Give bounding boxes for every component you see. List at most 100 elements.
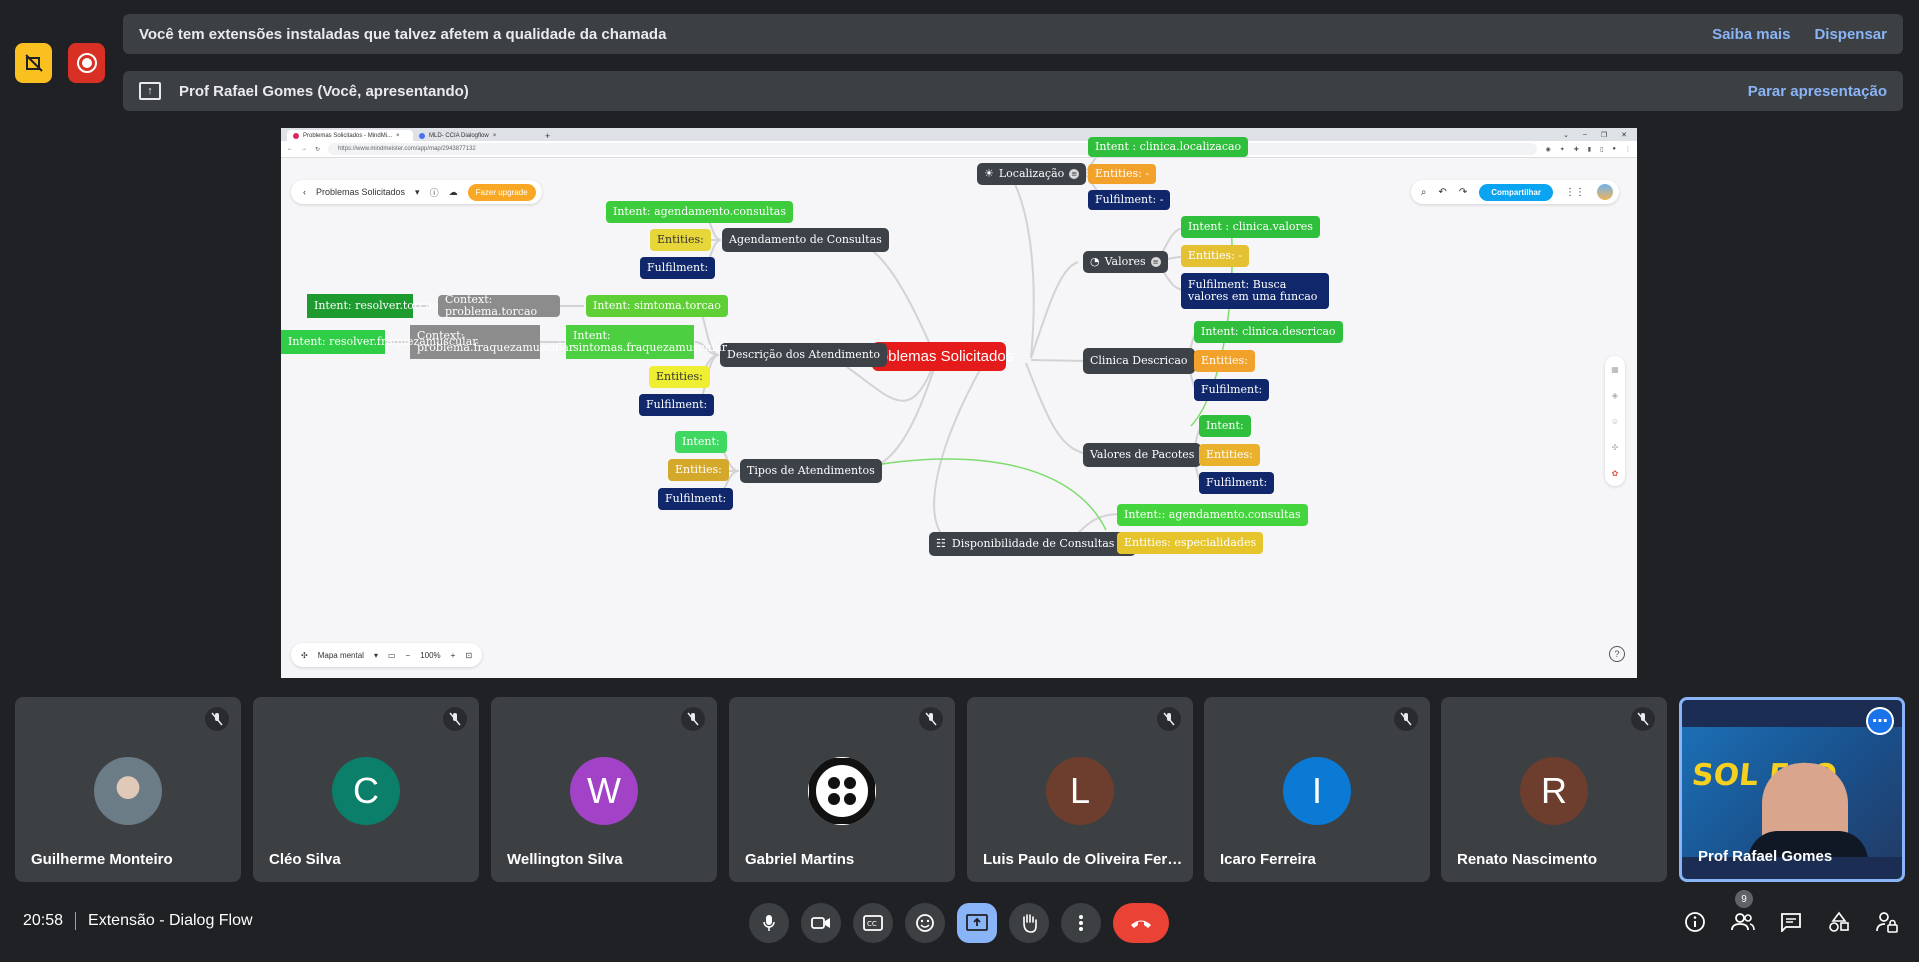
activities-button[interactable] — [1825, 905, 1853, 939]
note-icon: ≡ — [1069, 169, 1080, 179]
side-panel-controls: 9 — [1681, 890, 1901, 939]
node-intent[interactable]: Intent: — [1199, 415, 1251, 437]
node-fulfilment[interactable]: Fulfilment: — [658, 488, 734, 510]
mindmap-center-node[interactable]: Problemas Solicitados — [865, 342, 1013, 371]
node-entities[interactable]: Entities: — [649, 366, 710, 388]
zoom-level: 100% — [420, 650, 441, 660]
fit-screen-icon[interactable]: ⊡ — [465, 651, 472, 660]
info-icon[interactable]: ⓘ — [430, 186, 439, 199]
undo-icon[interactable]: ↶ — [1438, 187, 1446, 198]
presentation-icon[interactable]: ▭ — [388, 651, 396, 660]
learn-more-link[interactable]: Saiba mais — [1712, 26, 1790, 43]
people-count-badge: 9 — [1735, 890, 1753, 908]
more-options-button[interactable] — [1061, 903, 1101, 943]
extensions-warning-button[interactable] — [15, 43, 52, 83]
avatar: L — [1046, 757, 1114, 825]
zoom-out-icon[interactable]: − — [406, 651, 411, 660]
style-icon[interactable]: ◈ — [1612, 391, 1618, 400]
view-mode-select[interactable]: Mapa mental — [318, 651, 364, 660]
node-intent[interactable]: Intent: — [675, 431, 727, 453]
chevron-left-icon[interactable]: ‹ — [303, 187, 306, 197]
apps-grid-icon[interactable]: ⋮⋮ — [1565, 187, 1585, 198]
upgrade-button[interactable]: Fazer upgrade — [467, 183, 536, 201]
self-participant-tile[interactable]: SOL ECO ⋯ Prof Rafael Gomes — [1679, 697, 1905, 882]
node-fulfilment[interactable]: Fulfilment: - — [1088, 190, 1171, 210]
mic-off-icon — [1157, 707, 1181, 731]
node-intent[interactable]: Intent: resolver.fraquezamuscular — [281, 330, 478, 354]
node-intent[interactable]: Intent: resolver.torcao — [307, 294, 439, 318]
node-clinica-descricao[interactable]: Clinica Descricao — [1083, 348, 1195, 374]
node-intent[interactable]: Intent : clinica.localizacao — [1088, 137, 1249, 157]
redo-icon[interactable]: ↷ — [1459, 187, 1467, 198]
node-context[interactable]: Context: problema.torcao — [438, 294, 560, 318]
node-fulfilment[interactable]: Fulfilment: — [639, 394, 715, 416]
node-entities[interactable]: Entities: — [650, 229, 711, 251]
participant-tile[interactable]: R Renato Nascimento — [1441, 697, 1667, 882]
map-title[interactable]: Problemas Solicitados — [316, 187, 405, 197]
node-descricao-atendimento[interactable]: Descrição dos Atendimento — [720, 343, 887, 367]
participant-tile[interactable]: Gabriel Martins — [729, 697, 955, 882]
host-controls-button[interactable] — [1873, 905, 1901, 939]
node-intent[interactable]: Intent: simtoma.torcao — [586, 295, 728, 317]
node-intent[interactable]: Intent: agendamento.consultas — [606, 201, 793, 223]
meeting-details-button[interactable] — [1681, 905, 1709, 939]
node-entities[interactable]: Entities: especialidades — [1117, 532, 1264, 554]
node-intent[interactable]: Intent: sintomas.fraquezamuscular — [566, 325, 727, 359]
cloud-icon[interactable]: ☁ — [449, 187, 458, 198]
node-agendamento[interactable]: Agendamento de Consultas — [722, 228, 889, 252]
node-entities[interactable]: Entities: - — [1088, 164, 1157, 184]
node-intent[interactable]: Intent: clinica.descricao — [1194, 321, 1343, 343]
more-options-button[interactable]: ⋯ — [1866, 707, 1894, 735]
color-palette-icon[interactable]: ✿ — [1612, 469, 1619, 478]
node-fulfilment[interactable]: Fulfilment: — [1199, 472, 1275, 494]
participant-tile[interactable]: I Icaro Ferreira — [1204, 697, 1430, 882]
layout-icon[interactable]: ▦ — [1611, 365, 1619, 374]
mic-off-icon — [1631, 707, 1655, 731]
zoom-in-icon[interactable]: + — [451, 651, 456, 660]
people-button[interactable]: 9 — [1729, 890, 1757, 939]
end-call-icon — [1131, 920, 1151, 928]
chat-button[interactable] — [1777, 905, 1805, 939]
leave-call-button[interactable] — [1113, 903, 1169, 943]
node-valores-pacotes[interactable]: Valores de Pacotes — [1083, 443, 1202, 467]
node-label: Valores — [1104, 255, 1146, 268]
avatar[interactable] — [1597, 184, 1613, 200]
share-button[interactable]: Compartilhar — [1479, 183, 1553, 201]
node-tipos-atendimentos[interactable]: Tipos de Atendimentos — [740, 459, 882, 483]
node-intent[interactable]: Intent:: agendamento.consultas — [1117, 504, 1308, 526]
structure-icon[interactable]: ✣ — [1612, 443, 1619, 452]
present-button[interactable] — [957, 903, 997, 943]
raise-hand-button[interactable] — [1009, 903, 1049, 943]
record-icon — [76, 53, 97, 73]
node-entities[interactable]: Entities: — [1194, 350, 1255, 372]
node-label: Disponibilidade de Consultas — [951, 537, 1115, 550]
node-localizacao[interactable]: ☀ Localização ≡ — [977, 163, 1087, 185]
emoji-icon[interactable]: ☺ — [1611, 417, 1619, 426]
help-icon[interactable]: ? — [1609, 646, 1625, 662]
node-fulfilment[interactable]: Fulfilment: Busca valores em uma funcao — [1181, 273, 1329, 309]
camera-button[interactable] — [801, 903, 841, 943]
node-disponibilidade[interactable]: ☷Disponibilidade de Consultas≡ — [929, 532, 1137, 556]
recording-button[interactable] — [68, 43, 105, 83]
stop-presenting-button[interactable]: Parar apresentação — [1748, 83, 1887, 100]
node-fulfilment[interactable]: Fulfilment: — [640, 257, 716, 279]
participant-tile[interactable]: Guilherme Monteiro — [15, 697, 241, 882]
participant-tile[interactable]: L Luis Paulo de Oliveira Ferreira — [967, 697, 1193, 882]
node-fulfilment[interactable]: Fulfilment: — [1194, 379, 1270, 401]
participant-tile[interactable]: C Cléo Silva — [253, 697, 479, 882]
chevron-down-icon[interactable]: ▾ — [374, 651, 378, 660]
microphone-button[interactable] — [749, 903, 789, 943]
node-valores[interactable]: ◔ Valores ≡ — [1083, 251, 1168, 273]
reactions-button[interactable] — [905, 903, 945, 943]
captions-button[interactable]: CC — [853, 903, 893, 943]
hand-icon — [1023, 914, 1037, 933]
participant-tile[interactable]: W Wellington Silva — [491, 697, 717, 882]
search-icon[interactable]: ⌕ — [1421, 187, 1427, 198]
node-entities[interactable]: Entities: — [668, 459, 729, 481]
node-intent[interactable]: Intent : clinica.valores — [1181, 216, 1320, 238]
node-entities[interactable]: Entities: — [1199, 444, 1260, 466]
dismiss-button[interactable]: Dispensar — [1814, 26, 1887, 43]
chevron-down-icon[interactable]: ▾ — [415, 187, 420, 198]
node-entities[interactable]: Entities: - — [1181, 245, 1250, 267]
participant-name: Cléo Silva — [269, 851, 341, 868]
